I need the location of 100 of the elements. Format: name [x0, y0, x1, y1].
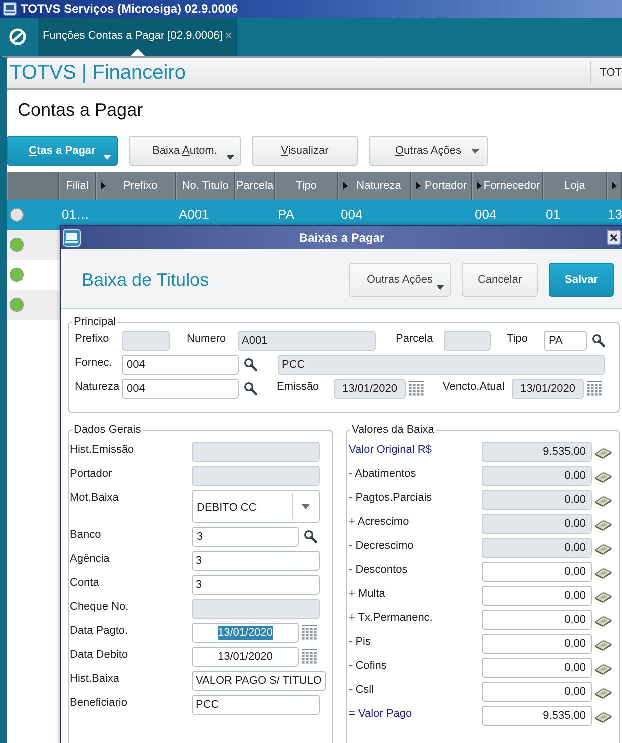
input-field[interactable]: VALOR PAGO S/ TITULO	[192, 671, 326, 691]
cash-icon[interactable]	[595, 519, 612, 531]
cash-icon[interactable]	[595, 447, 612, 459]
table-cell-text: A001	[178, 207, 210, 223]
cash-icon[interactable]	[595, 615, 612, 627]
field-label: Hist.Emissão	[70, 443, 134, 457]
action-button[interactable]: Visualizar	[252, 136, 358, 166]
cash-icon[interactable]	[595, 543, 612, 555]
amount-field[interactable]: 9.535,00	[482, 706, 592, 726]
field-label: - Abatimentos	[349, 467, 416, 481]
dropdown-field[interactable]: DEBITO CC	[192, 490, 320, 523]
field-label: - Pagtos.Parciais	[349, 491, 432, 505]
field-label: = Valor Pago	[349, 707, 412, 721]
table-cell: 13	[607, 207, 622, 223]
monitor-icon	[3, 2, 17, 16]
column-header[interactable]: Filial	[59, 172, 96, 200]
amount-field[interactable]: 0,00	[482, 682, 592, 702]
amount-field[interactable]: 0,00	[482, 562, 592, 582]
cash-icon[interactable]	[595, 591, 612, 603]
field-label: - Cofins	[349, 659, 387, 673]
calendar-icon[interactable]	[302, 625, 317, 640]
field-label: Beneficiario	[70, 696, 128, 710]
column-header[interactable]: Loja	[543, 172, 607, 200]
tab-close-button[interactable]: ×	[225, 28, 233, 43]
column-header[interactable]: Fornecedor	[472, 172, 543, 200]
calendar-icon[interactable]	[409, 381, 424, 396]
amount-field[interactable]: 0,00	[482, 634, 592, 654]
search-icon[interactable]	[304, 530, 317, 543]
input-field[interactable]: 004	[122, 355, 239, 375]
field-label: - Csll	[349, 683, 374, 697]
search-icon[interactable]	[244, 382, 257, 395]
monitor-icon	[63, 228, 81, 246]
column-header	[7, 172, 59, 200]
cash-icon[interactable]	[595, 495, 612, 507]
field-label: Parcela	[396, 332, 434, 346]
table-cell-text: 004	[474, 207, 498, 223]
table-cell-text: 004	[340, 207, 364, 223]
table-cell-text: 01	[545, 207, 562, 223]
input-field[interactable]: 004	[122, 379, 239, 399]
field-label: Tipo	[507, 332, 528, 346]
search-icon[interactable]	[244, 358, 257, 371]
dialog-title: Baixas a Pagar	[299, 230, 385, 244]
amount-field[interactable]: 0,00	[482, 610, 592, 630]
caret-icon[interactable]	[302, 504, 310, 510]
field-label: Data Pagto.	[70, 624, 128, 638]
column-header[interactable]: Parcela	[235, 172, 275, 200]
input-field[interactable]: 3	[192, 551, 320, 571]
input-field[interactable]: 3	[192, 575, 320, 595]
cash-icon[interactable]	[595, 663, 612, 675]
menu-button[interactable]: Baixa Autom.	[129, 136, 241, 166]
search-icon[interactable]	[592, 334, 605, 347]
tab[interactable]: Funções Contas a Pagar [02.9.0006] ×	[38, 18, 237, 56]
column-header[interactable]: Portador	[411, 172, 472, 200]
cash-icon[interactable]	[595, 639, 612, 651]
cash-icon[interactable]	[595, 711, 612, 723]
table-cell-text: PA	[277, 207, 296, 223]
field-label: Prefixo	[75, 332, 110, 346]
column-header[interactable]: Natureza	[338, 172, 411, 200]
date-field[interactable]: 13/01/2020	[192, 647, 299, 667]
field-label: Cheque No.	[70, 600, 129, 614]
field-label: Valor Original R$	[349, 443, 432, 457]
action-button[interactable]: Cancelar	[462, 263, 538, 297]
circle-slash-icon[interactable]	[9, 28, 27, 46]
input-field[interactable]: 3	[192, 527, 299, 547]
field-label: + Tx.Permanenc.	[349, 611, 433, 625]
field-label: Data Debito	[70, 648, 128, 662]
column-header[interactable]: No. Titulo	[176, 172, 235, 200]
column-header[interactable]	[607, 172, 622, 200]
column-header[interactable]: Prefixo	[96, 172, 176, 200]
column-header[interactable]: Tipo	[275, 172, 338, 200]
cash-icon[interactable]	[595, 567, 612, 579]
app-title: TOTVS | Financeiro	[10, 62, 186, 84]
date-field[interactable]: 13/01/2020	[192, 623, 299, 643]
calendar-icon[interactable]	[302, 649, 317, 664]
input-field[interactable]: PA	[544, 331, 587, 351]
menu-button[interactable]: Outras Ações	[349, 263, 451, 297]
field-label: - Descontos	[349, 563, 408, 577]
amount-field[interactable]: 0,00	[482, 658, 592, 678]
field-label: - Decrescimo	[349, 539, 414, 553]
field-label: Fornec.	[75, 356, 112, 370]
field-label: Agência	[70, 552, 110, 566]
field-label: + Acrescimo	[349, 515, 410, 529]
cash-icon[interactable]	[595, 687, 612, 699]
field-label: Mot.Baixa	[70, 491, 119, 505]
group-legend: Valores da Baixa	[350, 423, 436, 437]
window-title: TOTVS Serviços (Microsiga) 02.9.0006	[21, 2, 238, 16]
input-field[interactable]: PCC	[192, 695, 320, 715]
field-label: Natureza	[75, 380, 120, 394]
field-label: Conta	[70, 576, 100, 590]
calendar-icon[interactable]	[587, 381, 602, 396]
amount-field[interactable]: 0,00	[482, 586, 592, 606]
field-label: Banco	[70, 528, 102, 542]
close-button[interactable]	[607, 230, 621, 245]
field-label: + Multa	[349, 587, 386, 601]
field-label: Vencto.Atual	[443, 380, 505, 394]
close-icon	[610, 234, 618, 242]
menu-button[interactable]: Outras Ações	[369, 136, 488, 166]
cash-icon[interactable]	[595, 471, 612, 483]
dialog-heading: Baixa de Titulos	[82, 270, 210, 290]
field-label: Portador	[70, 467, 112, 481]
